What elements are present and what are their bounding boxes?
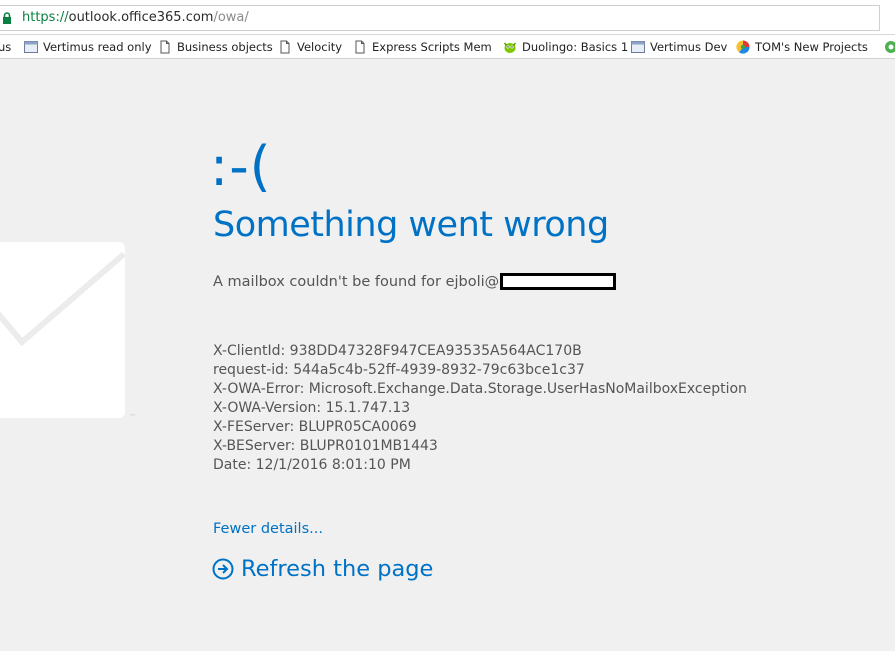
lock-icon — [3, 12, 11, 24]
bookmark-label: Velocity — [297, 40, 343, 54]
redacted-box — [500, 273, 617, 290]
chart-icon — [736, 40, 750, 54]
bookmark-label: us — [0, 40, 12, 54]
bookmark-express-scripts[interactable]: Express Scripts Memb — [353, 39, 491, 55]
error-message: A mailbox couldn't be found for ejboli@ — [213, 273, 617, 290]
sad-face-emoticon: :-( — [210, 135, 272, 198]
bookmark-duolingo[interactable]: Duolingo: Basics 1 — [503, 39, 628, 55]
refresh-page-button[interactable]: Refresh the page — [212, 556, 433, 582]
mail-envelope-icon — [0, 242, 126, 418]
bookmark-label: Express Scripts Memb — [372, 40, 491, 54]
detail-owa-version: X-OWA-Version: 15.1.747.13 — [213, 400, 411, 416]
bookmarks-bar: us Vertimus read only Business objects V… — [0, 35, 895, 59]
page-icon — [160, 40, 170, 54]
window-icon — [631, 41, 645, 53]
url-input[interactable]: https://outlook.office365.com/owa/ — [0, 5, 880, 31]
bookmark-vertimus-dev[interactable]: Vertimus Dev — [631, 39, 727, 55]
url-scheme: https:// — [22, 10, 69, 25]
bookmark-label: Business objects — [177, 40, 273, 54]
detail-date: Date: 12/1/2016 8:01:10 PM — [213, 457, 411, 473]
window-icon — [24, 41, 38, 53]
fewer-details-link[interactable]: Fewer details... — [213, 521, 323, 537]
bookmark-label: Duolingo: Basics 1 — [522, 40, 629, 54]
detail-fe-server: X-FEServer: BLUPR05CA0069 — [213, 419, 417, 435]
error-message-text: A mailbox couldn't be found for ejboli@ — [213, 273, 500, 290]
browser-address-bar: https://outlook.office365.com/owa/ — [0, 0, 895, 35]
detail-request-id: request-id: 544a5c4b-52ff-4939-8932-79c6… — [213, 362, 585, 378]
page-icon — [355, 40, 365, 54]
page-icon — [280, 40, 290, 54]
bookmark-overflow[interactable] — [884, 39, 895, 55]
detail-client-id: X-ClientId: 938DD47328F947CEA93535A564AC… — [213, 343, 582, 359]
detail-owa-error: X-OWA-Error: Microsoft.Exchange.Data.Sto… — [213, 381, 747, 397]
refresh-page-label: Refresh the page — [241, 556, 434, 582]
duolingo-icon — [503, 42, 517, 53]
bookmark-vertimus-read-only[interactable]: Vertimus read only — [24, 39, 152, 55]
bookmark-us[interactable]: us — [0, 39, 11, 55]
bookmark-velocity[interactable]: Velocity — [278, 39, 342, 55]
detail-be-server: X-BEServer: BLUPR0101MB1443 — [213, 438, 438, 454]
bookmark-toms-new-projects[interactable]: TOM's New Projects, F — [736, 39, 868, 55]
bookmark-label: TOM's New Projects, F — [755, 40, 868, 54]
bookmark-label: Vertimus read only — [43, 40, 152, 54]
bookmark-business-objects[interactable]: Business objects — [158, 39, 273, 55]
owa-error-page: ™ :-( Something went wrong A mailbox cou… — [0, 59, 895, 651]
bookmark-label: Vertimus Dev — [650, 40, 728, 54]
error-details: X-ClientId: 938DD47328F947CEA93535A564AC… — [213, 342, 747, 475]
arrow-right-circle-icon — [212, 558, 234, 580]
url-path: /owa/ — [213, 10, 249, 25]
url-host: outlook.office365.com — [68, 10, 214, 25]
chrome-app-icon — [885, 41, 895, 53]
page-title: Something went wrong — [213, 205, 609, 245]
url-text: https://outlook.office365.com/owa/ — [22, 10, 249, 25]
trademark-mark: ™ — [129, 413, 136, 421]
